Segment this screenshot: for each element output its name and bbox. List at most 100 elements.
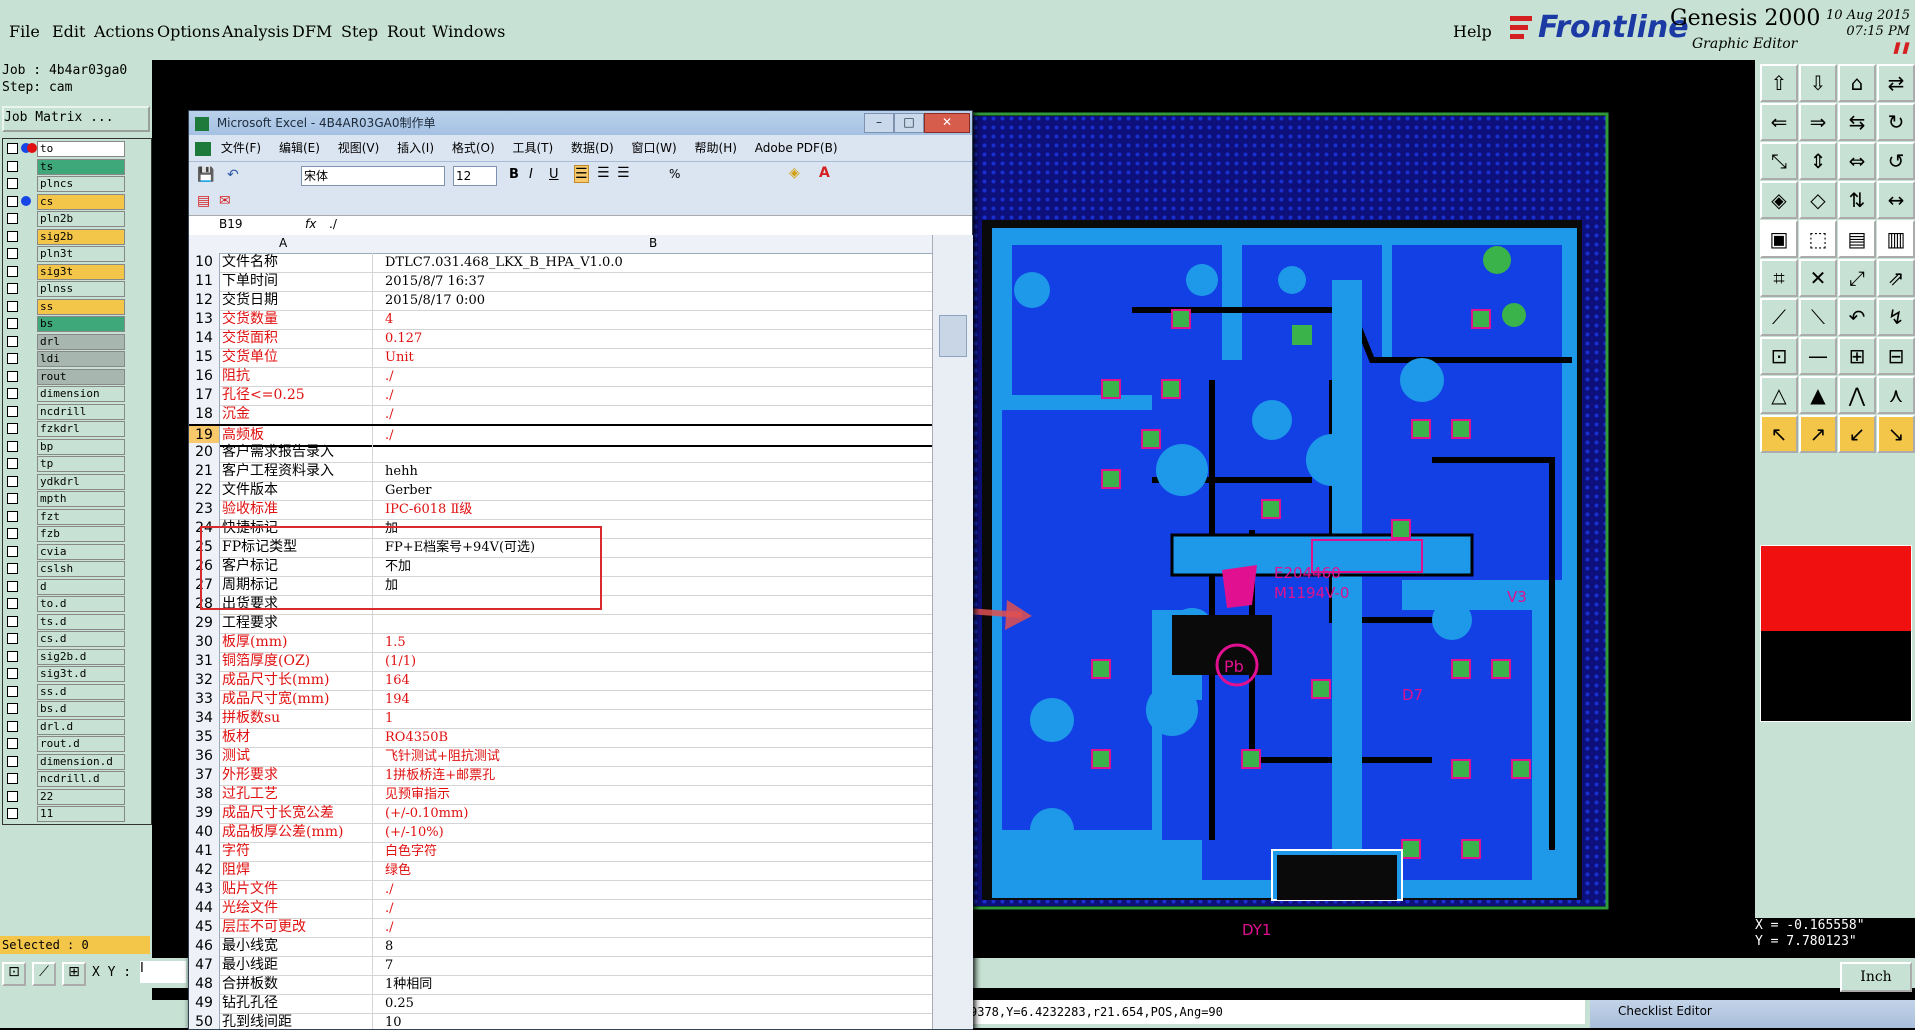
layer-row[interactable]: ncdrill — [3, 403, 151, 420]
layer-checkbox[interactable] — [7, 440, 18, 452]
pdf-mail-icon[interactable]: ✉ — [219, 193, 231, 209]
layer-name[interactable]: d — [37, 578, 125, 595]
xl-menu-file[interactable]: 文件(F) — [221, 141, 261, 155]
layer-name[interactable]: tp — [37, 456, 125, 472]
tool-button[interactable]: ⬚ — [1799, 220, 1837, 258]
cell-a[interactable]: 板厚(mm) — [220, 633, 373, 652]
layer-checkbox[interactable] — [7, 773, 18, 784]
menu-analysis[interactable]: Analysis — [222, 22, 289, 41]
layer-row[interactable]: dimension.d — [3, 753, 151, 770]
layer-name[interactable]: rout.d — [37, 736, 125, 752]
layer-row[interactable]: ldi — [3, 351, 151, 367]
row-number[interactable]: 17 — [189, 386, 220, 405]
row-number[interactable]: 16 — [189, 367, 220, 386]
tool-button[interactable]: ↘ — [1877, 415, 1915, 453]
xl-menu-help[interactable]: 帮助(H) — [695, 141, 737, 155]
cell-a[interactable]: 阻焊 — [220, 861, 373, 880]
layer-row[interactable]: sig2b — [3, 228, 151, 245]
row-number[interactable]: 10 — [189, 253, 220, 272]
layer-checkbox[interactable] — [7, 668, 18, 679]
layer-name[interactable]: sig3t.d — [37, 666, 125, 682]
layer-name[interactable]: 11 — [37, 806, 125, 822]
cell-b[interactable]: ./ — [385, 918, 925, 937]
layer-row[interactable]: d — [3, 578, 151, 595]
layer-name[interactable]: fzkdrl — [37, 421, 125, 437]
layer-checkbox[interactable] — [7, 475, 18, 487]
layer-name[interactable]: ncdrill.d — [37, 771, 125, 787]
layer-name[interactable]: fzt — [37, 508, 125, 525]
tool-button[interactable]: △ — [1760, 376, 1798, 414]
cell-b[interactable]: 164 — [385, 671, 925, 690]
row-number[interactable]: 46 — [189, 937, 220, 956]
layer-checkbox[interactable] — [7, 370, 18, 382]
xl-menu-adobe[interactable]: Adobe PDF(B) — [755, 141, 838, 155]
percent-icon[interactable]: % — [669, 167, 680, 181]
xl-menu-format[interactable]: 格式(O) — [452, 141, 495, 155]
cell-a[interactable]: 交货日期 — [220, 291, 373, 310]
cell-a[interactable]: 成品尺寸长(mm) — [220, 671, 373, 690]
row-number[interactable]: 32 — [189, 671, 220, 690]
layer-row[interactable]: bs — [3, 316, 151, 332]
italic-button[interactable]: I — [529, 167, 533, 182]
cell-a[interactable]: 光绘文件 — [220, 899, 373, 918]
sheet-grid[interactable]: 10 文件名称 DTLC7.031.468_LKX_B_HPA_V1.0.0 11 下单… — [189, 253, 932, 1029]
tool-button[interactable]: ↯ — [1877, 298, 1915, 336]
layer-name[interactable]: to — [37, 141, 125, 157]
row-number[interactable]: 34 — [189, 709, 220, 728]
cell-a[interactable]: 成品板厚公差(mm) — [220, 823, 373, 842]
layer-checkbox[interactable] — [7, 300, 18, 312]
cell-a[interactable]: 贴片文件 — [220, 880, 373, 899]
cell-a[interactable]: 成品尺寸长宽公差 — [220, 804, 373, 823]
cell-a[interactable]: 客户工程资料录入 — [220, 462, 373, 481]
tool-button[interactable]: ⊟ — [1877, 337, 1915, 375]
cell-b[interactable]: 194 — [385, 690, 925, 709]
layer-name[interactable]: plnss — [37, 281, 125, 297]
cell-a[interactable]: 交货单位 — [220, 348, 373, 367]
tool-button[interactable]: ⊞ — [1838, 337, 1876, 375]
layer-name[interactable]: plncs — [37, 176, 125, 192]
layer-checkbox[interactable] — [7, 703, 18, 714]
menu-step[interactable]: Step — [341, 22, 378, 41]
layer-row[interactable]: mpth — [3, 491, 151, 507]
layer-checkbox[interactable] — [7, 545, 18, 557]
layer-row[interactable]: to.d — [3, 596, 151, 612]
layer-checkbox[interactable] — [7, 178, 18, 189]
layer-checkbox[interactable] — [7, 248, 18, 259]
row-number[interactable]: 48 — [189, 975, 220, 994]
cell-b[interactable]: 1.5 — [385, 633, 925, 652]
zoom-icon[interactable]: ⊡ — [2, 962, 26, 986]
row-number[interactable]: 11 — [189, 272, 220, 291]
xl-menu-tools[interactable]: 工具(T) — [513, 141, 554, 155]
cell-a[interactable]: 字符 — [220, 842, 373, 861]
cell-a[interactable]: 过孔工艺 — [220, 785, 373, 804]
layer-checkbox[interactable] — [7, 230, 18, 242]
layer-name[interactable]: sig2b.d — [37, 648, 125, 665]
menu-windows[interactable]: Windows — [432, 22, 505, 41]
row-number[interactable]: 35 — [189, 728, 220, 747]
layer-display-icon[interactable] — [21, 195, 31, 206]
tool-button[interactable]: ⇅ — [1838, 181, 1876, 219]
col-b-header[interactable]: B — [649, 236, 657, 250]
cell-a[interactable]: 钻孔孔径 — [220, 994, 373, 1013]
cell-b[interactable]: 2015/8/17 0:00 — [385, 291, 925, 310]
undo-icon[interactable]: ↶ — [227, 167, 239, 183]
layer-row[interactable]: fzkdrl — [3, 421, 151, 437]
tool-button[interactable]: ⋏ — [1877, 376, 1915, 414]
layer-checkbox[interactable] — [7, 143, 18, 154]
layer-name[interactable]: bp — [37, 438, 125, 455]
minimize-button[interactable]: – — [864, 113, 894, 133]
layer-row[interactable]: 11 — [3, 806, 151, 822]
layer-checkbox[interactable] — [7, 598, 18, 609]
tool-button[interactable]: ⇧ — [1760, 64, 1798, 102]
layer-row[interactable]: cvia — [3, 543, 151, 560]
cell-b[interactable]: (+/-0.10mm) — [385, 804, 925, 823]
layer-checkbox[interactable] — [7, 528, 18, 539]
layer-name[interactable]: fzb — [37, 526, 125, 542]
tool-button[interactable]: ⟍ — [1799, 298, 1837, 336]
cell-b[interactable]: 10 — [385, 1013, 925, 1029]
menu-actions[interactable]: Actions — [94, 22, 154, 41]
layer-name[interactable]: mpth — [37, 491, 125, 507]
tool-button[interactable]: ⌂ — [1838, 64, 1876, 102]
layer-row[interactable]: cs.d — [3, 631, 151, 647]
layer-row[interactable]: fzb — [3, 526, 151, 542]
